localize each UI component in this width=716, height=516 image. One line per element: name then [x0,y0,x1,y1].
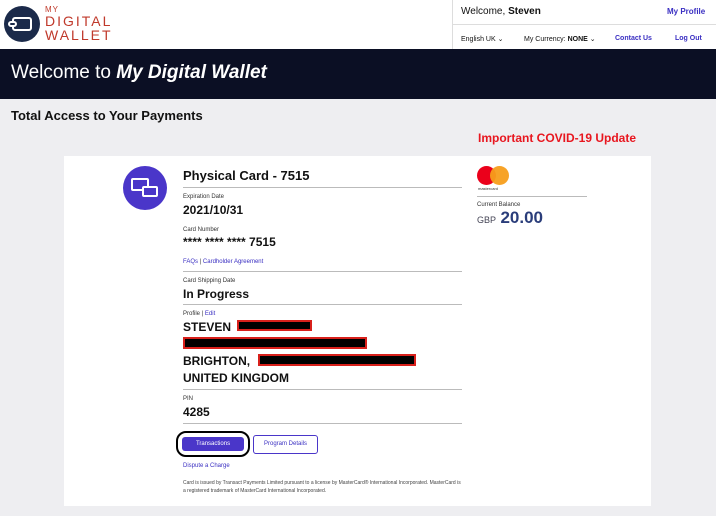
shipping-label: Card Shipping Date [183,278,236,284]
program-details-button[interactable]: Program Details [253,435,318,454]
profile-label: Profile [183,311,201,317]
profile-name: STEVEN [183,320,232,334]
divider [183,423,462,424]
header-hline [452,24,716,25]
profile-label-row: Profile | Edit [183,311,215,317]
divider [183,304,462,305]
top-header: MY DIGITAL WALLET Welcome, Steven My Pro… [0,0,716,49]
transactions-button[interactable]: Transactions [182,437,244,451]
edit-profile-link[interactable]: Edit [205,311,215,317]
divider [183,271,462,272]
wallet-icon [4,6,40,42]
mastercard-label: mastercard [478,186,499,191]
profile-city: BRIGHTON, [183,354,251,368]
dispute-charge-link[interactable]: Dispute a Charge [183,463,230,469]
redaction-bar [237,320,312,331]
faqs-link[interactable]: FAQs [183,259,198,265]
welcome-prefix: Welcome, [461,6,506,17]
covid-update-link[interactable]: Important COVID-19 Update [478,131,636,145]
contact-us-link[interactable]: Contact Us [615,35,652,42]
transactions-button-focus-ring: Transactions [176,431,250,457]
logo-line1: DIGITAL [45,13,113,29]
legal-text: Card is issued by Transact Payments Limi… [183,480,461,494]
expiration-value: 2021/10/31 [183,203,244,217]
expiration-label: Expiration Date [183,194,225,200]
language-value: English UK [461,36,496,43]
logo-line2: WALLET [45,27,113,43]
welcome-banner: Welcome to My Digital Wallet [0,49,716,99]
mastercard-logo: mastercard [477,166,511,192]
shipping-value: In Progress [183,287,250,301]
card-mail-icon [123,166,167,210]
banner-prefix: Welcome to [11,62,111,83]
card-number-label: Card Number [183,227,220,233]
banner-brand: My Digital Wallet [116,62,267,83]
balance: GBP 20.00 [477,208,543,228]
chevron-down-icon: ⌄ [589,36,596,43]
chevron-down-icon: ⌄ [497,36,504,43]
pin-label: PIN [183,396,194,402]
card-number-value: **** **** **** 7515 [183,235,276,249]
pin-value: 4285 [183,405,210,419]
divider [477,196,587,197]
balance-currency: GBP [477,215,497,225]
welcome-text: Welcome, Steven [461,6,541,17]
card-links: FAQs | Cardholder Agreement [183,259,263,265]
log-out-link[interactable]: Log Out [675,35,702,42]
currency-value: NONE [567,36,588,43]
currency-label: My Currency: [524,36,566,43]
redaction-bar [183,337,367,349]
my-profile-link[interactable]: My Profile [667,7,705,16]
divider [183,187,462,188]
logo-text: MY DIGITAL WALLET [45,6,113,43]
banner-title: Welcome to My Digital Wallet [11,62,267,84]
divider [183,389,462,390]
user-name: Steven [508,6,541,17]
logo[interactable]: MY DIGITAL WALLET [4,6,113,42]
card-title: Physical Card - 7515 [183,168,310,183]
balance-amount: 20.00 [500,208,544,227]
profile-country: UNITED KINGDOM [183,371,289,385]
section-title: Total Access to Your Payments [11,108,203,123]
currency-select[interactable]: My Currency: NONE ⌄ [524,35,596,43]
redaction-bar [258,354,416,366]
language-select[interactable]: English UK ⌄ [461,35,503,43]
cardholder-agreement-link[interactable]: Cardholder Agreement [203,259,263,265]
